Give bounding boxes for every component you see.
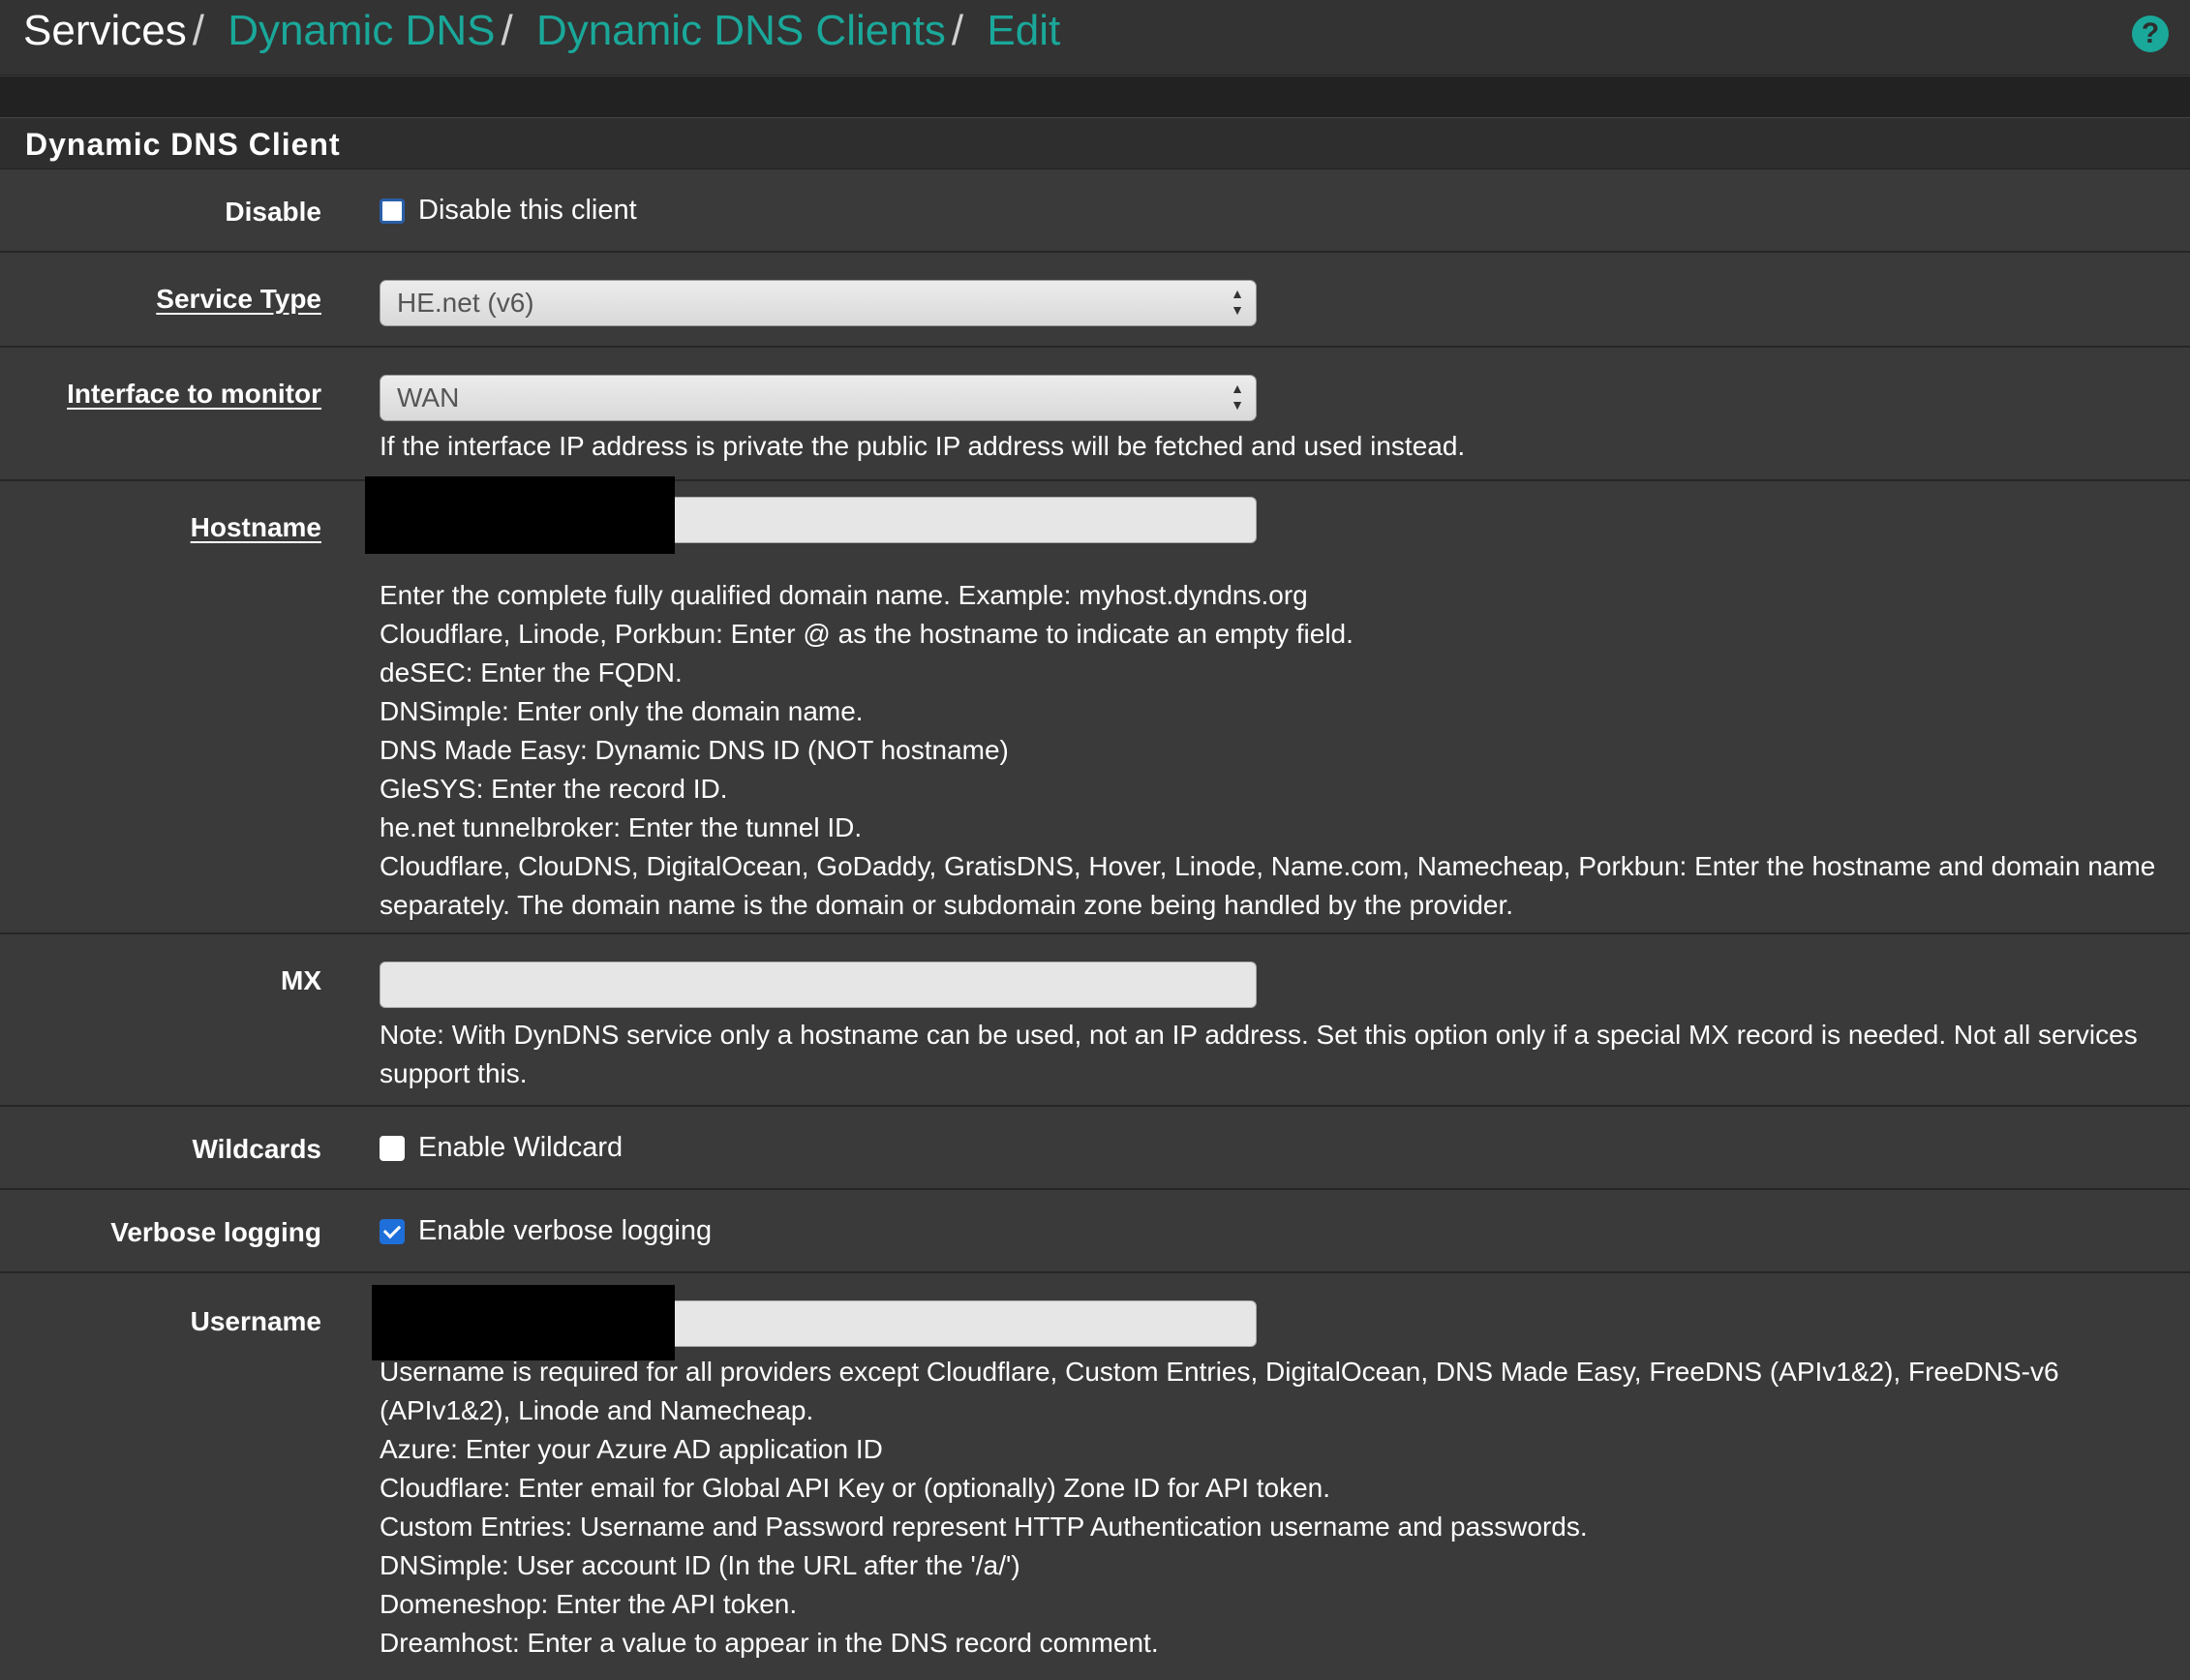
interface-value: WAN: [397, 382, 460, 412]
row-disable: Disable Disable this client: [0, 169, 2190, 253]
username-help-line: Cloudflare: Enter email for Global API K…: [380, 1473, 1331, 1503]
hostname-help-line: Cloudflare, ClouDNS, DigitalOcean, GoDad…: [380, 851, 2156, 920]
mx-help: Note: With DynDNS service only a hostnam…: [380, 1020, 2138, 1088]
username-help-line: Custom Entries: Username and Password re…: [380, 1512, 1588, 1542]
hostname-help: Enter the complete fully qualified domai…: [380, 576, 2171, 925]
divider-strip: [0, 76, 2190, 117]
row-wildcards: Wildcards Enable Wildcard: [0, 1107, 2190, 1190]
username-help-line: Username is required for all providers e…: [380, 1357, 2059, 1425]
select-arrows-icon: ▲ ▼: [1231, 381, 1244, 412]
row-mx: MX Note: With DynDNS service only a host…: [0, 934, 2190, 1107]
breadcrumb-dynamic-dns-clients[interactable]: Dynamic DNS Clients: [536, 7, 946, 54]
username-help-line: DNSimple: User account ID (In the URL af…: [380, 1550, 1020, 1580]
interface-help: If the interface IP address is private t…: [380, 431, 1466, 461]
select-arrows-icon: ▲ ▼: [1231, 286, 1244, 318]
mx-label: MX: [281, 965, 321, 995]
row-hostname: Hostname Enter the complete fully qualif…: [0, 476, 2190, 934]
disable-checkbox-label[interactable]: Disable this client: [418, 195, 637, 226]
username-help: Username is required for all providers e…: [380, 1353, 2171, 1663]
hostname-label[interactable]: Hostname: [191, 512, 321, 543]
interface-select[interactable]: WAN ▲ ▼: [380, 375, 1257, 421]
disable-checkbox[interactable]: [380, 198, 405, 224]
verbose-logging-checkbox-label[interactable]: Enable verbose logging: [418, 1215, 712, 1246]
panel-heading: Dynamic DNS Client: [0, 117, 2190, 169]
hostname-help-line: he.net tunnelbroker: Enter the tunnel ID…: [380, 812, 863, 842]
question-circle-icon[interactable]: ?: [2132, 15, 2169, 52]
wildcards-checkbox-label[interactable]: Enable Wildcard: [418, 1132, 623, 1163]
hostname-help-line: Cloudflare, Linode, Porkbun: Enter @ as …: [380, 619, 1354, 649]
breadcrumb: Services / Dynamic DNS / Dynamic DNS Clien…: [23, 4, 1060, 58]
breadcrumb-separator: /: [501, 7, 513, 54]
verbose-logging-label: Verbose logging: [110, 1217, 321, 1247]
wildcards-checkbox[interactable]: [380, 1135, 405, 1161]
breadcrumb-separator: /: [192, 7, 204, 54]
disable-control: Disable this client: [380, 195, 637, 227]
hostname-help-line: GleSYS: Enter the record ID.: [380, 774, 728, 804]
hostname-help-line: DNS Made Easy: Dynamic DNS ID (NOT hostn…: [380, 735, 1009, 765]
verbose-logging-checkbox[interactable]: [380, 1218, 405, 1244]
hostname-help-line: deSEC: Enter the FQDN.: [380, 657, 683, 687]
hostname-help-line: Enter the complete fully qualified domai…: [380, 580, 1308, 610]
breadcrumb-separator: /: [951, 7, 964, 54]
wildcards-label: Wildcards: [192, 1134, 321, 1164]
username-help-line: Domeneshop: Enter the API token.: [380, 1589, 798, 1619]
mx-input[interactable]: [380, 962, 1257, 1008]
service-type-label[interactable]: Service Type: [156, 284, 321, 315]
breadcrumb-services[interactable]: Services: [23, 7, 187, 54]
row-username: Username Username is required for all pr…: [0, 1273, 2190, 1680]
disable-label: Disable: [225, 197, 321, 227]
redaction-box: [365, 476, 675, 554]
panel-title: Dynamic DNS Client: [25, 127, 341, 162]
hostname-help-line: DNSimple: Enter only the domain name.: [380, 696, 864, 726]
username-help-line: Azure: Enter your Azure AD application I…: [380, 1434, 883, 1464]
username-label: Username: [190, 1306, 321, 1336]
service-type-value: HE.net (v6): [397, 288, 534, 318]
top-bar: Services / Dynamic DNS / Dynamic DNS Clien…: [0, 0, 2190, 76]
breadcrumb-dynamic-dns[interactable]: Dynamic DNS: [228, 7, 495, 54]
breadcrumb-edit[interactable]: Edit: [987, 7, 1060, 54]
service-type-select[interactable]: HE.net (v6) ▲ ▼: [380, 280, 1257, 326]
row-interface: Interface to monitor WAN ▲ ▼ If the inter…: [0, 348, 2190, 481]
username-help-line: Dreamhost: Enter a value to appear in th…: [380, 1628, 1159, 1658]
row-service-type: Service Type HE.net (v6) ▲ ▼: [0, 253, 2190, 348]
row-verbose-logging: Verbose logging Enable verbose logging: [0, 1190, 2190, 1273]
redaction-box: [372, 1285, 675, 1360]
interface-label[interactable]: Interface to monitor: [67, 379, 321, 410]
